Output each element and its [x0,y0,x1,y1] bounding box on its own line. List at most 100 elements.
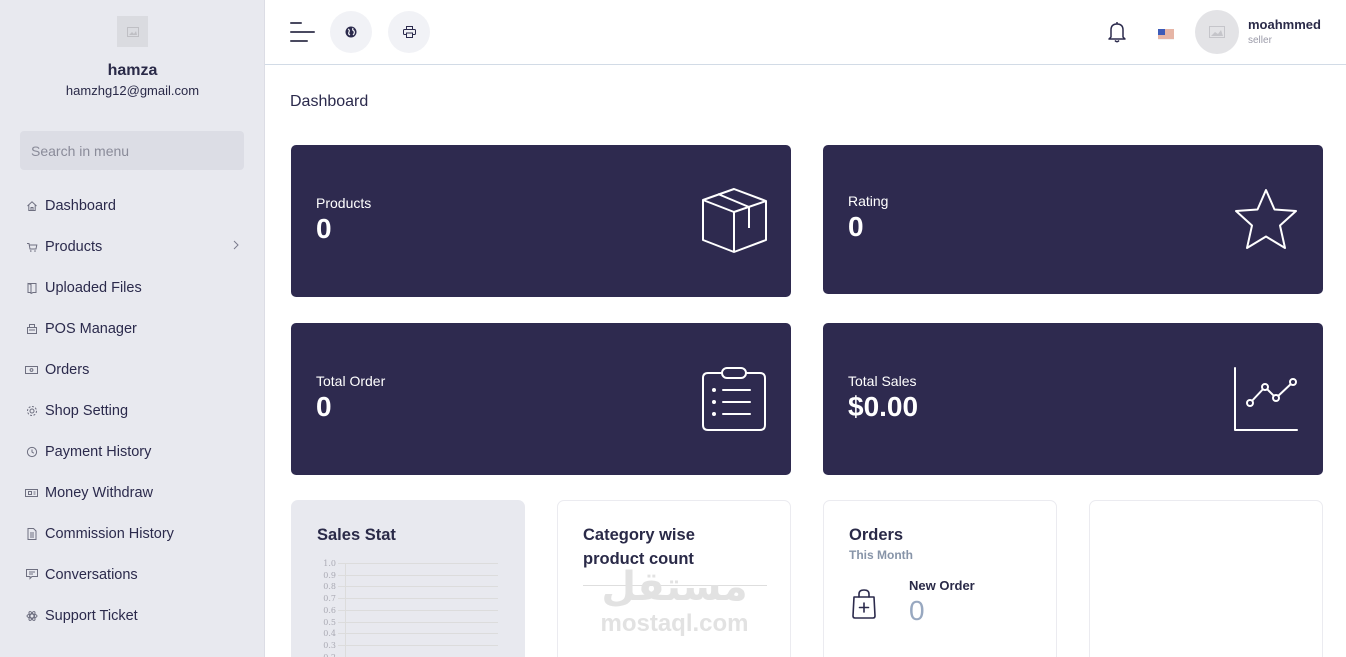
sidebar: hamza hamzhg12@gmail.com Dashboard Produ… [0,0,265,657]
shopping-bag-plus-icon [852,589,876,619]
user-avatar[interactable] [1195,10,1239,54]
sidebar-item-conversations[interactable]: Conversations [0,554,265,595]
new-order-value: 0 [909,595,925,626]
print-button[interactable] [388,11,430,53]
stat-card-rating: Rating 0 [823,145,1323,294]
orders-panel: Orders This Month New Order 0 [823,500,1057,657]
menu-search-input[interactable] [20,131,244,170]
us-flag-icon [1158,29,1174,40]
menu-toggle-button[interactable] [290,22,315,44]
stat-value: 0 [316,213,332,244]
stat-card-total-order: Total Order 0 [291,323,791,475]
sidebar-item-label: Support Ticket [45,607,138,624]
notifications-button[interactable] [1107,21,1127,43]
sidebar-menu: Dashboard Products Uploaded Files POS Ma… [0,185,265,636]
image-placeholder-icon [126,26,139,37]
chart-gridline [338,563,498,564]
header-user-role: seller [1248,35,1272,46]
cash-icon [25,486,38,499]
chart-y-tick-label: 1.0 [323,559,336,568]
money-icon [25,363,38,376]
language-switcher[interactable] [1158,27,1174,40]
sidebar-item-label: Dashboard [45,197,116,214]
chart-gridline [338,586,498,588]
hamburger-icon [290,40,308,42]
sidebar-item-label: Shop Setting [45,402,129,419]
cart-icon [25,240,38,253]
stat-value: 0 [848,211,864,242]
chart-gridline [338,633,498,635]
bell-icon [1108,22,1126,43]
header-user-name[interactable]: moahmmed [1248,17,1321,32]
chart-y-tick-label: 0.3 [323,640,336,650]
sidebar-item-payment-history[interactable]: Payment History [0,431,265,472]
page-title: Dashboard [290,93,369,110]
new-order-label: New Order [909,578,975,593]
sidebar-item-label: Products [45,238,103,255]
star-icon [1235,189,1297,249]
sidebar-item-products[interactable]: Products [0,226,265,267]
sidebar-item-money-withdraw[interactable]: Money Withdraw [0,472,265,513]
clipboard-list-icon [702,367,766,431]
stat-label: Total Order [316,373,386,389]
stat-card-total-sales: Total Sales $0.00 [823,323,1323,475]
category-product-count-panel: Category wise product count مستقل mostaq… [557,500,791,657]
sidebar-item-label: Money Withdraw [45,484,153,501]
sidebar-item-uploaded-files[interactable]: Uploaded Files [0,267,265,308]
language-globe-button[interactable] [330,11,372,53]
box-icon [702,188,767,253]
sales-stat-chart: 1.0 0.9 0.8 0.70.6 0.5 0.40.3 0.2 [312,559,502,657]
sidebar-item-orders[interactable]: Orders [0,349,265,390]
sidebar-user-name: hamza [107,62,158,79]
sales-stat-panel: Sales Stat 1.0 0.9 0.8 0.70.6 0.5 0.40.3 0.2 [291,500,525,657]
pos-icon [25,322,38,335]
chat-icon [25,568,38,581]
chart-y-tick-label: 0.5 [323,617,336,627]
sidebar-item-pos-manager[interactable]: POS Manager [0,308,265,349]
app-root: hamza hamzhg12@gmail.com Dashboard Produ… [0,0,1346,657]
chart-y-tick-label: 0.8 [323,582,336,592]
divider [583,585,767,586]
stat-value: 0 [316,391,332,422]
gear-icon [25,404,38,417]
sidebar-item-label: Conversations [45,566,138,583]
sidebar-item-label: Uploaded Files [45,279,142,296]
chart-gridline [338,621,498,623]
stat-label: Rating [848,193,889,209]
chart-y-tick-label: 0.7 [323,594,336,604]
sidebar-item-commission-history[interactable]: Commission History [0,513,265,554]
sidebar-avatar [117,16,148,47]
stat-card-products: Products 0 [291,145,791,297]
watermark-latin: mostaql.com [600,610,749,637]
empty-panel [1089,500,1323,657]
panel-title-line: Category wise [583,526,695,544]
stat-value: $0.00 [848,391,919,422]
chart-y-tick-label: 0.4 [323,629,336,639]
chart-gridline [338,644,498,646]
sidebar-item-label: POS Manager [45,320,137,337]
image-placeholder-icon [1209,26,1225,38]
sidebar-item-label: Commission History [45,525,174,542]
sidebar-item-support-ticket[interactable]: Support Ticket [0,595,265,636]
panel-subtitle: This Month [849,548,913,562]
chart-gridline [338,574,498,576]
home-icon [25,199,38,212]
document-icon [25,527,38,540]
sidebar-item-dashboard[interactable]: Dashboard [0,185,265,226]
chevron-right-icon [233,239,239,253]
sidebar-item-label: Payment History [45,443,152,460]
sidebar-item-shop-setting[interactable]: Shop Setting [0,390,265,431]
folder-icon [25,281,38,294]
chart-y-tick-label: 0.6 [323,605,336,615]
top-header: moahmmed seller [265,0,1346,65]
chart-y-tick-label: 0.2 [312,653,336,657]
panel-title: Orders [849,526,904,544]
history-icon [25,445,38,458]
watermark: مستقل mostaql.com [558,563,791,637]
chart-gridline [338,609,498,611]
line-chart-icon [1234,367,1298,431]
sidebar-user-email: hamzhg12@gmail.com [65,83,200,98]
panel-title-line: product count [583,550,694,568]
atom-icon [25,609,38,622]
hamburger-icon [290,31,315,33]
